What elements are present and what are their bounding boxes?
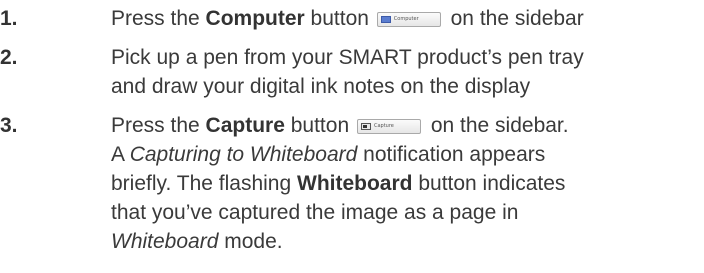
step-text: Press the Computer button Computer on th… (111, 4, 696, 33)
step-number: 2. (0, 46, 18, 69)
button-name-bold: Computer (205, 7, 305, 30)
notification-name-italic: Capturing to Whiteboard (129, 143, 358, 166)
text-run: on the sidebar (444, 7, 584, 30)
text-run: on the sidebar. (424, 114, 569, 137)
computer-button[interactable]: Computer (376, 12, 441, 27)
capture-button-label: Capture (373, 123, 394, 129)
button-name-bold: Whiteboard (297, 172, 413, 195)
step-number: 1. (0, 7, 18, 30)
computer-button-label: Computer (393, 16, 419, 22)
text-run: Press the (111, 7, 206, 30)
button-name-bold: Capture (205, 114, 285, 137)
text-run: briefly. The flashing (111, 172, 297, 195)
step-number: 3. (0, 114, 18, 137)
instruction-steps: 1. Press the Computer button Computer on… (0, 0, 704, 273)
text-run: button indicates (412, 172, 566, 195)
step-line: and draw your digital ink notes on the d… (111, 75, 531, 98)
step-line: Press the Capture button Capture on the … (111, 111, 696, 140)
text-run: button (304, 7, 369, 30)
step-line: briefly. The flashing Whiteboard button … (111, 169, 696, 198)
step-text: Pick up a pen from your SMART product’s … (111, 43, 696, 101)
computer-icon (380, 16, 391, 23)
capture-icon (360, 123, 371, 130)
step-line: that you’ve captured the image as a page… (111, 201, 519, 224)
text-run: Press the (111, 114, 206, 137)
step-line: Whiteboard mode. (111, 227, 696, 256)
step-text: Press the Capture button Capture on the … (111, 111, 696, 256)
capture-button[interactable]: Capture (356, 119, 421, 134)
step-line: Pick up a pen from your SMART product’s … (111, 46, 584, 69)
text-run: button (284, 114, 350, 137)
text-run: notification appears (357, 143, 546, 166)
step-line: Press the Computer button Computer on th… (111, 4, 696, 33)
text-run: A (111, 143, 130, 166)
text-run: mode. (218, 230, 283, 253)
mode-name-italic: Whiteboard (111, 230, 219, 253)
step-line: A Capturing to Whiteboard notification a… (111, 140, 696, 169)
